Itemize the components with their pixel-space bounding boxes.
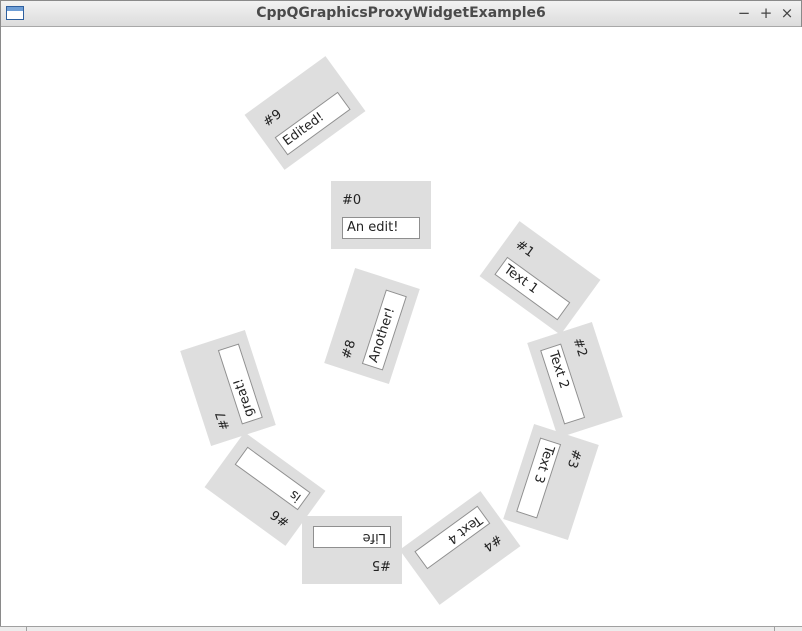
- line-edit[interactable]: Another!: [361, 289, 407, 371]
- main-window: CppQGraphicsProxyWidgetExample6 − + × #0…: [0, 0, 802, 630]
- proxy-label: #1: [512, 237, 537, 261]
- title-bar[interactable]: CppQGraphicsProxyWidgetExample6 − + ×: [1, 1, 801, 27]
- window-title: CppQGraphicsProxyWidgetExample6: [256, 5, 546, 21]
- proxy-label: #7: [213, 409, 234, 432]
- close-button[interactable]: ×: [778, 4, 796, 22]
- line-edit[interactable]: Text 3: [516, 437, 562, 519]
- proxy-widget-1: #1 Text 1: [479, 221, 601, 335]
- proxy-label: #5: [371, 557, 391, 572]
- proxy-widget-5: #5 Life: [302, 516, 402, 584]
- proxy-label: #6: [268, 506, 293, 530]
- line-edit[interactable]: Edited!: [274, 91, 351, 156]
- minimize-button[interactable]: −: [735, 4, 753, 22]
- proxy-label: #3: [563, 447, 584, 470]
- line-edit[interactable]: Life: [313, 526, 391, 548]
- proxy-widget-4: #4 Text 4: [399, 491, 521, 605]
- proxy-label: #8: [339, 338, 360, 361]
- proxy-label: #0: [342, 193, 362, 208]
- proxy-label: #2: [569, 336, 590, 359]
- proxy-widget-3: #3 Text 3: [503, 423, 599, 541]
- line-edit[interactable]: Text 4: [414, 505, 491, 570]
- proxy-label: #9: [260, 106, 285, 131]
- proxy-widget-8: #8 Another!: [324, 267, 420, 385]
- proxy-label: #4: [480, 530, 505, 555]
- window-bottom-border: [0, 626, 802, 631]
- proxy-widget-2: #2 Text 2: [527, 321, 623, 439]
- line-edit[interactable]: is: [234, 446, 311, 511]
- proxy-widget-0: #0 An edit!: [331, 181, 431, 249]
- graphics-view[interactable]: #0 An edit! #1 Text 1 #2 Text 2 #3 Text …: [2, 27, 802, 627]
- line-edit[interactable]: Text 1: [494, 256, 571, 321]
- maximize-button[interactable]: +: [757, 4, 775, 22]
- line-edit[interactable]: An edit!: [342, 217, 420, 239]
- proxy-widget-7: #7 great!: [180, 329, 276, 447]
- proxy-widget-9: #9 Edited!: [244, 56, 366, 170]
